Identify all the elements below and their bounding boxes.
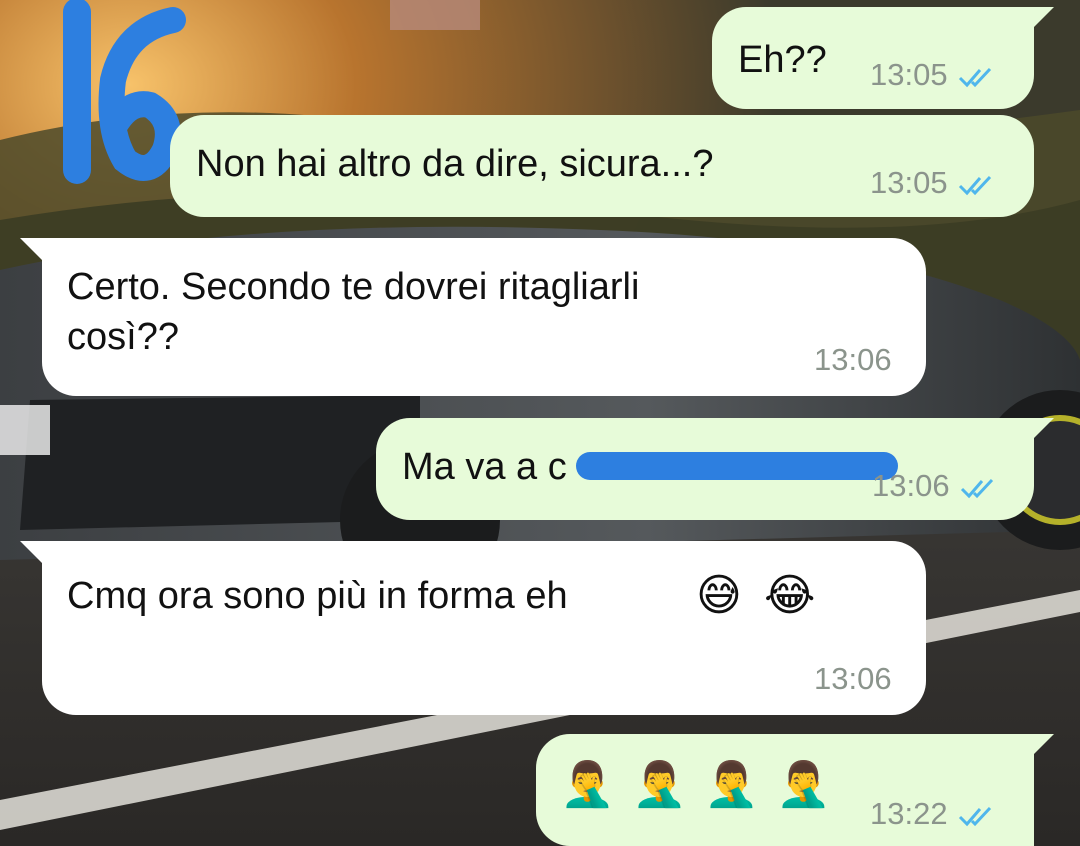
message-time: 13:05	[870, 57, 948, 92]
message-bubble-incoming[interactable]: Certo. Secondo te dovrei ritagliarli cos…	[20, 238, 926, 396]
bubble-tail	[20, 238, 42, 260]
man-facepalming-icon: 🤦‍♂️	[560, 759, 615, 810]
man-facepalming-icon: 🤦‍♂️	[704, 759, 759, 810]
message-meta: 13:22	[870, 796, 1000, 832]
double-check-icon	[958, 67, 991, 88]
bubble-tail	[1032, 7, 1054, 29]
tears-of-joy-emoji-icon: 😂	[764, 570, 816, 621]
bubble-tail	[1032, 418, 1054, 440]
message-time: 13:06	[872, 468, 950, 503]
message-bubble-outgoing[interactable]: Eh?? 13:05	[712, 7, 1054, 109]
message-text: Non hai altro da dire, sicura...?	[196, 143, 714, 185]
man-facepalming-icon: 🤦‍♂️	[776, 759, 831, 810]
message-meta: 13:06	[872, 468, 1002, 504]
message-meta: 13:05	[870, 165, 1000, 201]
bubble-tail	[20, 541, 42, 563]
message-meta: 13:05	[870, 57, 1000, 93]
message-time: 13:22	[870, 796, 948, 831]
man-facepalming-icon: 🤦‍♂️	[632, 759, 687, 810]
message-bubble-incoming[interactable]: Cmq ora sono più in forma eh 😅 😂 13:06	[20, 541, 926, 715]
double-check-icon	[958, 175, 991, 196]
message-time: 13:06	[814, 342, 892, 377]
bubble-tail	[1032, 734, 1054, 756]
message-text: Certo. Secondo te dovrei ritagliarli cos…	[67, 266, 640, 358]
sweat-smile-emoji-icon: 😅	[696, 570, 742, 621]
message-time: 13:05	[870, 165, 948, 200]
message-time: 13:06	[814, 661, 892, 696]
redaction-bar	[576, 452, 898, 480]
message-text: Cmq ora sono più in forma eh	[67, 575, 568, 617]
message-bubble-outgoing[interactable]: Ma va a c 13:06	[376, 418, 1054, 520]
double-check-icon	[958, 806, 991, 827]
message-bubble-outgoing[interactable]: Non hai altro da dire, sicura...? 13:05	[170, 115, 1034, 217]
message-text: Ma va a c	[402, 446, 567, 488]
message-bubble-outgoing[interactable]: 🤦‍♂️ 🤦‍♂️ 🤦‍♂️ 🤦‍♂️ 13:22	[536, 734, 1054, 846]
message-text: Eh??	[738, 39, 827, 81]
double-check-icon	[960, 478, 993, 499]
